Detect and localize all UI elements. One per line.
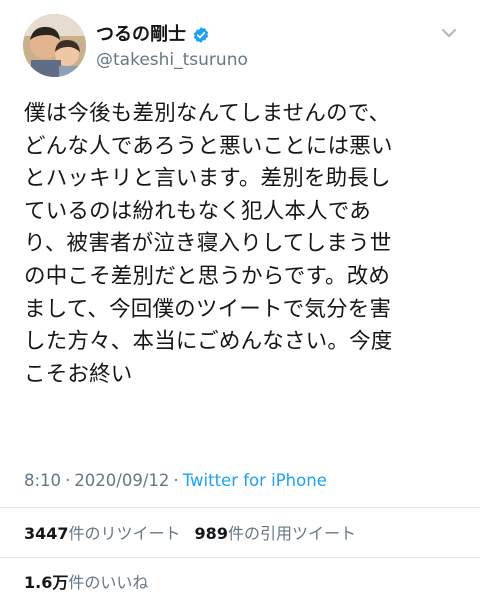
tweet-text-line: 僕は今後も差別なんてしませんので、 [24,101,391,126]
tweet-text-line: どんな人であろうと悪いことには悪い [24,133,393,159]
meta-separator: · [173,471,179,490]
retweets-count: 3447 [24,524,69,543]
tweet-card: つるの剛士 @takeshi_tsuruno 僕は今後も差別なんてしませんので、… [0,0,480,605]
tweet-text-line: とハッキリと言います。差別を助長し [24,166,391,192]
meta-separator: · [65,471,71,490]
tweet-text-line: り、被害者が泣き寝入りしてしまう世 [24,231,392,257]
author-display-name[interactable]: つるの剛士 [96,24,186,46]
tweet-text-line: こそお終い [24,361,133,387]
divider [0,507,480,508]
verified-badge-icon [193,27,209,43]
avatar-photo-icon [23,14,86,77]
quotes-count: 989 [194,524,228,543]
engagement-stats: 3447件のリツイート 989件の引用ツイート [24,523,356,545]
avatar[interactable] [23,14,86,77]
tweet-date[interactable]: 2020/09/12 [74,471,169,490]
quotes-stat[interactable]: 989件の引用ツイート [195,524,356,543]
chevron-down-icon[interactable] [441,27,457,39]
tweet-meta: 8:10 · 2020/09/12 · Twitter for iPhone [24,470,327,492]
likes-stat[interactable]: 1.6万件のいいね [24,572,148,594]
retweets-label: 件のリツイート [68,524,181,543]
tweet-text-line: した方々、本当にごめんなさい。今度 [24,329,393,355]
author-handle[interactable]: @takeshi_tsuruno [96,49,248,71]
tweet-text-line: ているのは紛れもなく犯人本人であ [24,198,371,224]
divider [0,557,480,558]
tweet-text-line: まして、今回僕のツイートで気分を害 [24,296,392,322]
author-name-row[interactable]: つるの剛士 [96,24,210,46]
quotes-label: 件の引用ツイート [227,524,356,543]
tweet-source-link[interactable]: Twitter for iPhone [183,471,327,490]
retweets-stat[interactable]: 3447件のリツイート [24,524,181,543]
tweet-text-line: の中こそ差別だと思うからです。改め [24,263,391,289]
likes-count: 1.6万 [24,573,69,592]
tweet-text: 僕は今後も差別なんてしませんので、 どんな人であろうと悪いことには悪い とハッキ… [24,98,464,391]
tweet-time[interactable]: 8:10 [24,471,61,490]
likes-label: 件のいいね [68,573,149,592]
